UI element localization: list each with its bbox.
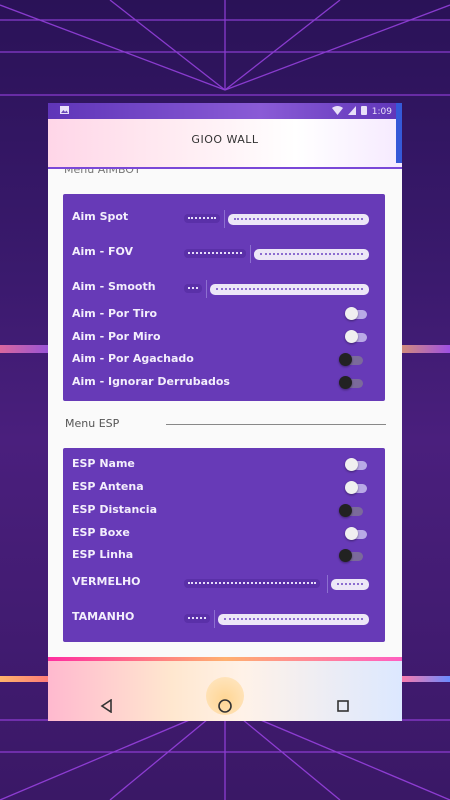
- aim-spot-slider-thumb[interactable]: [224, 210, 225, 228]
- background-band-right: [395, 345, 450, 353]
- signal-icon: [347, 105, 356, 118]
- menu-esp-divider: [166, 424, 386, 425]
- aim-spot-slider-track: [228, 214, 369, 225]
- aim-por-agachado-toggle[interactable]: [339, 353, 363, 367]
- battery-icon: [360, 105, 367, 118]
- bottom-frame-accent-line: [48, 657, 402, 661]
- scroll-content[interactable]: Menu AIMBOT Aim Spot Aim - FOV Aim - Smo…: [48, 167, 402, 657]
- vermelho-slider-thumb[interactable]: [327, 575, 328, 593]
- background-band-bottom-right: [400, 676, 450, 682]
- aim-por-miro-label: Aim - Por Miro: [72, 330, 161, 343]
- background-band-bottom-left: [0, 676, 50, 682]
- esp-distancia-label: ESP Distancia: [72, 503, 158, 516]
- aim-spot-slider[interactable]: [184, 210, 369, 228]
- aim-fov-slider-filled: [184, 249, 246, 258]
- aim-fov-label: Aim - FOV: [72, 245, 134, 258]
- back-triangle-icon[interactable]: [87, 694, 127, 718]
- aim-por-agachado-label: Aim - Por Agachado: [72, 352, 194, 365]
- esp-antena-label: ESP Antena: [72, 480, 144, 493]
- esp-antena-toggle[interactable]: [343, 481, 367, 495]
- vermelho-slider[interactable]: [184, 575, 369, 593]
- phone-screen: GIOO WALL 1:09 Menu AIMBOT Aim Spot Aim …: [48, 103, 402, 721]
- tamanho-slider[interactable]: [184, 610, 369, 628]
- gallery-notification-icon: [60, 106, 69, 117]
- aim-smooth-label: Aim - Smooth: [72, 280, 156, 293]
- aim-smooth-slider-track: [210, 284, 369, 295]
- home-circle-icon[interactable]: [205, 694, 245, 718]
- aim-smooth-slider-filled: [184, 284, 202, 293]
- app-title: GIOO WALL: [191, 133, 259, 146]
- aim-spot-slider-filled: [184, 214, 220, 223]
- aim-por-miro-toggle[interactable]: [343, 330, 367, 344]
- aim-spot-label: Aim Spot: [72, 210, 129, 223]
- aim-fov-slider-track: [254, 249, 369, 260]
- aim-smooth-slider[interactable]: [184, 280, 369, 298]
- aim-por-tiro-label: Aim - Por Tiro: [72, 307, 158, 320]
- wifi-icon: [331, 105, 343, 118]
- esp-boxe-toggle[interactable]: [343, 527, 367, 541]
- esp-name-label: ESP Name: [72, 457, 135, 470]
- esp-linha-toggle[interactable]: [339, 549, 363, 563]
- esp-name-toggle[interactable]: [343, 458, 367, 472]
- vermelho-slider-track: [331, 579, 369, 590]
- aimbot-panel: Aim Spot Aim - FOV Aim - Smooth Aim - Po…: [63, 194, 385, 401]
- aim-fov-slider[interactable]: [184, 245, 369, 263]
- esp-linha-label: ESP Linha: [72, 548, 134, 561]
- aim-ignorar-derrubados-label: Aim - Ignorar Derrubados: [72, 375, 230, 388]
- tamanho-slider-filled: [184, 614, 210, 623]
- menu-esp-title: Menu ESP: [65, 417, 120, 430]
- status-time: 1:09: [371, 106, 392, 117]
- vermelho-label: VERMELHO: [72, 575, 141, 588]
- status-bar: 1:09: [48, 103, 402, 119]
- aim-por-tiro-toggle[interactable]: [343, 307, 367, 321]
- bottom-nav-frame: [48, 657, 402, 721]
- esp-distancia-toggle[interactable]: [339, 504, 363, 518]
- esp-panel: ESP Name ESP Antena ESP Distancia ESP Bo…: [63, 448, 385, 642]
- aim-ignorar-derrubados-toggle[interactable]: [339, 376, 363, 390]
- recents-square-icon[interactable]: [323, 694, 363, 718]
- aim-fov-slider-thumb[interactable]: [250, 245, 251, 263]
- tamanho-slider-track: [218, 614, 369, 625]
- vermelho-slider-filled: [184, 579, 320, 588]
- tamanho-label: TAMANHO: [72, 610, 135, 623]
- navigation-bar: [48, 691, 402, 721]
- tamanho-slider-thumb[interactable]: [214, 610, 215, 628]
- aim-smooth-slider-thumb[interactable]: [206, 280, 207, 298]
- esp-boxe-label: ESP Boxe: [72, 526, 130, 539]
